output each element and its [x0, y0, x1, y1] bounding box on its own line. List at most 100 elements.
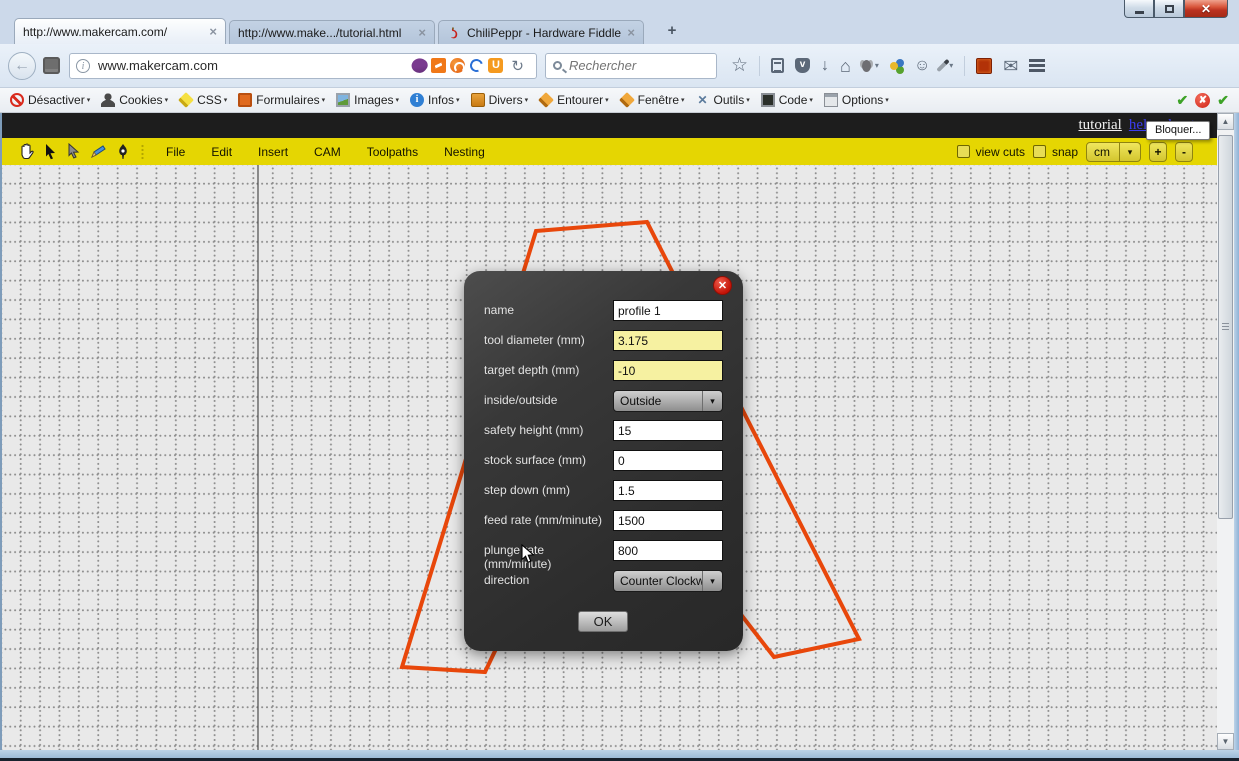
zigzag-addon-icon[interactable] — [431, 58, 446, 73]
ok-button[interactable]: OK — [578, 611, 628, 632]
field-input[interactable] — [613, 330, 723, 351]
menu-insert[interactable]: Insert — [258, 145, 288, 159]
fly-addon-caret-icon[interactable]: ▾ — [875, 57, 879, 75]
dialog-field-row: inside/outside Outside▾ — [464, 390, 743, 420]
zoom-out-button[interactable]: - — [1175, 142, 1193, 162]
select-arrow-icon[interactable] — [44, 143, 57, 160]
dialog-fields: name tool diameter (mm) target depth (mm… — [464, 300, 743, 600]
menu-toolpaths[interactable]: Toolpaths — [367, 145, 418, 159]
devbar-menu-item[interactable]: Fenêtre ▾ — [620, 93, 685, 107]
downloads-icon[interactable]: ↓ — [821, 57, 829, 75]
chevron-down-icon: ▾ — [322, 96, 326, 104]
pocket-icon[interactable]: v — [795, 58, 810, 73]
menu-cam[interactable]: CAM — [314, 145, 341, 159]
vertical-scrollbar[interactable]: ▲ ▼ — [1217, 113, 1234, 750]
minimize-button[interactable] — [1124, 0, 1154, 18]
tab-close-icon[interactable]: × — [209, 24, 217, 39]
eyedropper-icon[interactable] — [937, 59, 950, 72]
field-input[interactable] — [613, 300, 723, 321]
pen-tool-icon[interactable] — [116, 143, 131, 160]
field-input[interactable] — [613, 420, 723, 441]
tutorial-link[interactable]: tutorial — [1079, 117, 1122, 134]
reload-icon[interactable]: ↻ — [511, 57, 524, 75]
search-input[interactable] — [569, 58, 709, 73]
field-input[interactable] — [613, 360, 723, 381]
bookmark-star-icon[interactable]: ☆ — [731, 57, 748, 75]
dialog-field-row: direction Counter Clockwi▾ — [464, 570, 743, 600]
devbar-menu-item[interactable]: i Infos ▾ — [410, 93, 460, 107]
scroll-down-arrow-icon[interactable]: ▼ — [1217, 733, 1234, 750]
tab-close-icon[interactable]: × — [627, 25, 635, 40]
reading-list-icon[interactable] — [771, 58, 784, 73]
devbar-menu-item[interactable]: Options ▾ — [824, 93, 889, 107]
unit-dropdown[interactable]: cm ▾ — [1086, 142, 1141, 162]
new-tab-button[interactable]: + — [660, 21, 684, 41]
url-bar[interactable]: i U ↻ — [69, 53, 537, 79]
orange-square-addon-icon[interactable] — [976, 58, 992, 74]
validation-check-icon[interactable]: ✔ — [1177, 92, 1189, 109]
menu-nesting[interactable]: Nesting — [444, 145, 485, 159]
devbar-menu-item[interactable]: Cookies ▾ — [101, 93, 168, 107]
devbar-menu-item[interactable]: Code ▾ — [761, 93, 813, 107]
direct-select-arrow-icon[interactable] — [66, 143, 80, 160]
pencil-tool-icon[interactable] — [89, 144, 107, 160]
validation-check-icon[interactable]: ✔ — [1217, 92, 1229, 109]
devbar-item-label: CSS — [197, 93, 222, 107]
tab-close-icon[interactable]: × — [418, 25, 426, 40]
toolbar-divider — [759, 56, 760, 76]
browser-tab[interactable]: http://www.makercam.com/ × — [14, 18, 226, 44]
makercam-menus: File Edit Insert CAM Toolpaths Nesting — [166, 145, 485, 159]
devbar-menu-item[interactable]: CSS ▾ — [179, 93, 227, 107]
dialog-field-row: tool diameter (mm) — [464, 330, 743, 360]
snap-checkbox[interactable] — [1033, 145, 1046, 158]
view-cuts-checkbox[interactable] — [957, 145, 970, 158]
u-smile-addon-icon[interactable]: U — [488, 58, 503, 73]
pan-hand-icon[interactable] — [18, 143, 35, 160]
video-downloadhelper-icon[interactable] — [890, 62, 898, 70]
eyedropper-caret-icon[interactable]: ▾ — [949, 57, 953, 75]
back-button[interactable]: ← — [8, 52, 36, 80]
devbar-menu-item[interactable]: Formulaires ▾ — [238, 93, 325, 107]
menu-edit[interactable]: Edit — [211, 145, 232, 159]
fly-addon-icon[interactable] — [862, 60, 871, 72]
field-input[interactable] — [613, 510, 723, 531]
home-icon[interactable]: ⌂ — [840, 57, 851, 75]
devbar-menu-item[interactable]: Divers ▾ — [471, 93, 529, 107]
field-label: feed rate (mm/minute) — [484, 510, 613, 527]
mail-addon-icon[interactable]: ✉ — [1003, 57, 1018, 75]
wappalyzer-icon[interactable] — [409, 55, 430, 76]
browser-tab[interactable]: ChiliPeppr - Hardware Fiddle × — [438, 20, 644, 44]
field-input[interactable] — [613, 480, 723, 501]
scrollbar-thumb[interactable] — [1218, 135, 1233, 519]
field-select[interactable]: Counter Clockwi▾ — [613, 570, 723, 592]
field-label: direction — [484, 570, 613, 587]
menu-file[interactable]: File — [166, 145, 185, 159]
devbar-menu-item[interactable]: ✕ Outils ▾ — [696, 93, 750, 107]
blue-swirl-addon-icon[interactable] — [469, 58, 484, 73]
site-info-icon[interactable]: i — [76, 59, 90, 73]
orange-spiral-addon-icon[interactable] — [450, 58, 465, 73]
dialog-field-row: feed rate (mm/minute) — [464, 510, 743, 540]
smiley-addon-icon[interactable]: ☺ — [914, 57, 930, 75]
devbar-item-label: Cookies — [119, 93, 162, 107]
search-bar[interactable] — [545, 53, 717, 79]
forward-button[interactable] — [43, 57, 60, 74]
devbar-menu-item[interactable]: Images ▾ — [336, 93, 399, 107]
field-input[interactable] — [613, 450, 723, 471]
dialog-close-button[interactable]: ✕ — [713, 276, 732, 295]
menu-hamburger-icon[interactable] — [1029, 59, 1045, 72]
field-input[interactable] — [613, 540, 723, 561]
devbar-item-icon — [178, 92, 194, 108]
tab-title: ChiliPeppr - Hardware Fiddle — [467, 26, 621, 40]
error-icon[interactable]: ✘ — [1195, 93, 1210, 108]
browser-tab[interactable]: http://www.make.../tutorial.html × — [229, 20, 435, 44]
maximize-button[interactable] — [1154, 0, 1184, 18]
zoom-in-button[interactable]: + — [1149, 142, 1167, 162]
scroll-up-arrow-icon[interactable]: ▲ — [1217, 113, 1234, 130]
devbar-menu-item[interactable]: Entourer ▾ — [539, 93, 609, 107]
close-window-button[interactable]: ✕ — [1184, 0, 1228, 18]
field-select[interactable]: Outside▾ — [613, 390, 723, 412]
url-input[interactable] — [98, 58, 412, 73]
devbar-menu-item[interactable]: Désactiver ▾ — [10, 93, 90, 107]
page-action-icons: U — [412, 58, 503, 73]
